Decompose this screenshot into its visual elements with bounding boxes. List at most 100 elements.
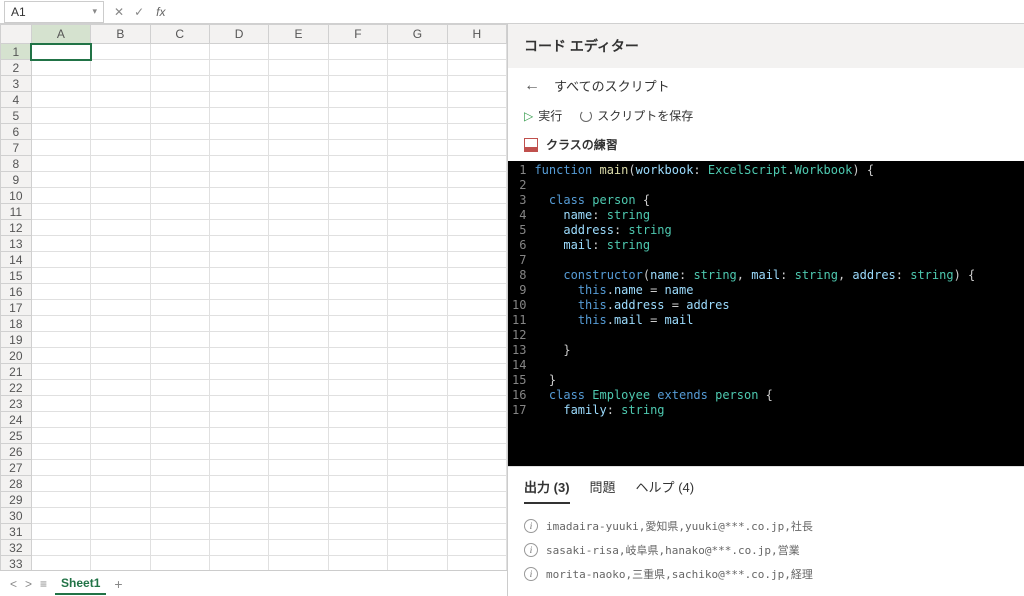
cell[interactable]	[150, 188, 209, 204]
column-header[interactable]: C	[150, 25, 209, 44]
row-header[interactable]: 21	[1, 364, 32, 380]
cell[interactable]	[150, 204, 209, 220]
cell[interactable]	[209, 236, 268, 252]
row-header[interactable]: 27	[1, 460, 32, 476]
cell[interactable]	[269, 140, 328, 156]
row-header[interactable]: 32	[1, 540, 32, 556]
cell[interactable]	[447, 204, 506, 220]
cell[interactable]	[269, 492, 328, 508]
cell[interactable]	[328, 492, 387, 508]
cell[interactable]	[31, 364, 90, 380]
cell[interactable]	[31, 108, 90, 124]
cell[interactable]	[447, 76, 506, 92]
cell[interactable]	[447, 44, 506, 60]
cell[interactable]	[31, 252, 90, 268]
cell[interactable]	[388, 268, 447, 284]
cell[interactable]	[447, 188, 506, 204]
cell[interactable]	[269, 364, 328, 380]
row-header[interactable]: 19	[1, 332, 32, 348]
cell[interactable]	[269, 284, 328, 300]
cell[interactable]	[328, 300, 387, 316]
cell[interactable]	[31, 284, 90, 300]
row-header[interactable]: 8	[1, 156, 32, 172]
cell[interactable]	[328, 540, 387, 556]
cell[interactable]	[31, 140, 90, 156]
cell[interactable]	[91, 316, 150, 332]
cell[interactable]	[388, 364, 447, 380]
cell[interactable]	[150, 364, 209, 380]
cell[interactable]	[150, 412, 209, 428]
cell[interactable]	[150, 444, 209, 460]
cell[interactable]	[209, 508, 268, 524]
cell[interactable]	[388, 428, 447, 444]
cell[interactable]	[31, 508, 90, 524]
cell[interactable]	[91, 172, 150, 188]
cell[interactable]	[209, 60, 268, 76]
cell[interactable]	[31, 316, 90, 332]
cell[interactable]	[150, 492, 209, 508]
cell[interactable]	[447, 124, 506, 140]
cell[interactable]	[150, 332, 209, 348]
cell[interactable]	[31, 556, 90, 571]
cell[interactable]	[447, 380, 506, 396]
cell[interactable]	[91, 524, 150, 540]
cell[interactable]	[328, 556, 387, 571]
cell[interactable]	[209, 108, 268, 124]
cell[interactable]	[91, 108, 150, 124]
cell[interactable]	[328, 44, 387, 60]
row-header[interactable]: 16	[1, 284, 32, 300]
cell[interactable]	[150, 156, 209, 172]
cell[interactable]	[31, 188, 90, 204]
cell[interactable]	[447, 412, 506, 428]
cell[interactable]	[269, 380, 328, 396]
cell[interactable]	[31, 300, 90, 316]
cell[interactable]	[388, 412, 447, 428]
cell[interactable]	[31, 380, 90, 396]
cell[interactable]	[447, 108, 506, 124]
cell[interactable]	[388, 124, 447, 140]
cell[interactable]	[447, 332, 506, 348]
cell[interactable]	[447, 540, 506, 556]
cell[interactable]	[328, 524, 387, 540]
cell[interactable]	[91, 332, 150, 348]
cell[interactable]	[91, 508, 150, 524]
cell[interactable]	[209, 44, 268, 60]
accept-formula-icon[interactable]: ✓	[134, 5, 144, 19]
cell[interactable]	[447, 508, 506, 524]
cell[interactable]	[150, 236, 209, 252]
cell[interactable]	[447, 300, 506, 316]
cell[interactable]	[31, 444, 90, 460]
cell[interactable]	[150, 44, 209, 60]
cell[interactable]	[447, 476, 506, 492]
cell[interactable]	[388, 300, 447, 316]
row-header[interactable]: 2	[1, 60, 32, 76]
cell[interactable]	[150, 92, 209, 108]
cell[interactable]	[328, 60, 387, 76]
cell[interactable]	[269, 172, 328, 188]
cell[interactable]	[209, 140, 268, 156]
cell[interactable]	[150, 524, 209, 540]
row-header[interactable]: 15	[1, 268, 32, 284]
cell[interactable]	[31, 348, 90, 364]
cell[interactable]	[447, 428, 506, 444]
cell[interactable]	[91, 348, 150, 364]
cell[interactable]	[388, 332, 447, 348]
cell[interactable]	[388, 476, 447, 492]
cell[interactable]	[328, 316, 387, 332]
cell[interactable]	[150, 476, 209, 492]
cell[interactable]	[31, 156, 90, 172]
row-header[interactable]: 31	[1, 524, 32, 540]
cell[interactable]	[328, 348, 387, 364]
help-tab[interactable]: ヘルプ (4)	[636, 477, 695, 504]
cell[interactable]	[91, 204, 150, 220]
cell[interactable]	[447, 140, 506, 156]
cell[interactable]	[388, 44, 447, 60]
cell[interactable]	[269, 396, 328, 412]
cell[interactable]	[328, 268, 387, 284]
row-header[interactable]: 20	[1, 348, 32, 364]
cell[interactable]	[150, 252, 209, 268]
cell[interactable]	[91, 76, 150, 92]
cell[interactable]	[447, 524, 506, 540]
cell[interactable]	[31, 204, 90, 220]
cell[interactable]	[91, 220, 150, 236]
